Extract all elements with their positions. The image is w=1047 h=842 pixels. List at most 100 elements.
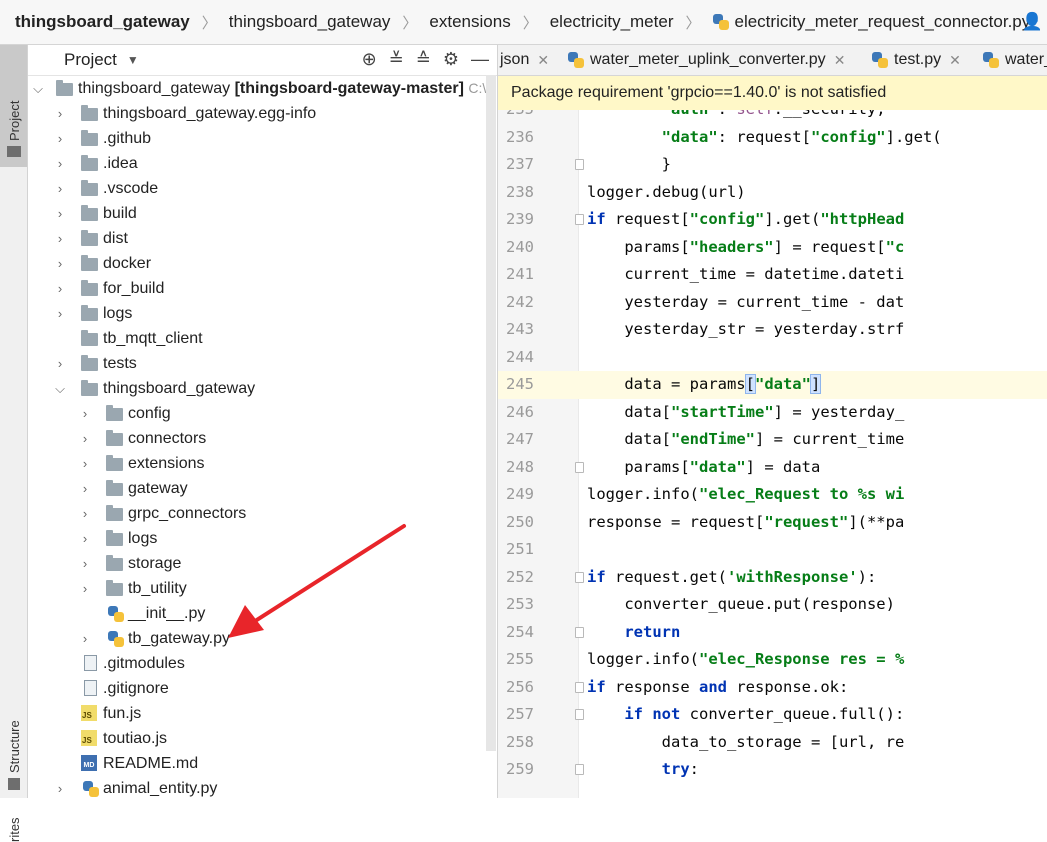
chevron-right-icon[interactable]: › <box>53 106 67 121</box>
code-line[interactable]: 236 "data": request["config"].get( <box>498 124 1047 152</box>
code-line[interactable]: 235 "auth": self.__security, <box>498 110 1047 124</box>
code-line-current[interactable]: 245 data = params["data"] <box>498 371 1047 399</box>
tree-item-folder[interactable]: › tests <box>28 351 497 376</box>
tree-item-folder[interactable]: › thingsboard_gateway.egg-info <box>28 101 497 126</box>
code-line[interactable]: 250 response = request["request"](**pa <box>498 509 1047 537</box>
breadcrumb-item-extensions[interactable]: extensions <box>419 12 514 32</box>
editor-tab[interactable]: water_meter_uplink_converter.py ✕ <box>568 45 845 75</box>
tree-item-folder[interactable]: › tb_utility <box>28 576 497 601</box>
code-line[interactable]: 258 data_to_storage = [url, re <box>498 729 1047 757</box>
code-line[interactable]: 242 yesterday = current_time - dat <box>498 289 1047 317</box>
tree-item-folder[interactable]: › storage <box>28 551 497 576</box>
breadcrumb-item-package[interactable]: thingsboard_gateway <box>219 12 395 32</box>
tree-item-folder[interactable]: › for_build <box>28 276 497 301</box>
tree-item-folder[interactable]: › grpc_connectors <box>28 501 497 526</box>
chevron-right-icon[interactable]: › <box>53 181 67 196</box>
tree-item-folder[interactable]: › .idea <box>28 151 497 176</box>
tree-item-folder[interactable]: › connectors <box>28 426 497 451</box>
breadcrumb-item-project[interactable]: thingsboard_gateway <box>0 12 194 32</box>
fold-marker-icon[interactable] <box>575 764 584 775</box>
chevron-down-icon[interactable]: ▼ <box>127 53 139 67</box>
chevron-right-icon[interactable]: › <box>53 356 67 371</box>
tree-item-file-selected[interactable]: › tb_gateway.py <box>28 626 497 651</box>
code-line[interactable]: 254 return <box>498 619 1047 647</box>
chevron-right-icon[interactable]: › <box>53 281 67 296</box>
editor-tab[interactable]: test.py ✕ <box>872 45 961 75</box>
fold-marker-icon[interactable] <box>575 709 584 720</box>
tree-item-file[interactable]: .gitmodules <box>28 651 497 676</box>
code-line[interactable]: 249 logger.info("elec_Request to %s wi <box>498 481 1047 509</box>
fold-marker-icon[interactable] <box>575 626 584 638</box>
chevron-right-icon[interactable]: › <box>78 581 92 596</box>
gear-icon[interactable]: ⚙ <box>443 49 459 70</box>
tree-item-file[interactable]: JS fun.js <box>28 701 497 726</box>
fold-marker-icon[interactable] <box>575 681 584 693</box>
tree-item-folder[interactable]: › .vscode <box>28 176 497 201</box>
tree-item-folder[interactable]: › gateway <box>28 476 497 501</box>
tree-item-root[interactable]: ⌵ thingsboard_gateway [thingsboard-gatew… <box>28 76 497 101</box>
project-panel-title[interactable]: Project <box>64 50 117 70</box>
structure-tool-label[interactable]: Structure <box>7 720 22 773</box>
chevron-right-icon[interactable]: › <box>78 506 92 521</box>
chevron-down-icon[interactable]: ⌵ <box>31 81 45 96</box>
chevron-down-icon[interactable]: ⌵ <box>53 381 67 396</box>
breadcrumb-item-file[interactable]: electricity_meter_request_connector.py <box>703 12 1035 32</box>
tree-item-folder[interactable]: › docker <box>28 251 497 276</box>
fold-marker-icon[interactable] <box>575 214 584 225</box>
chevron-right-icon[interactable]: › <box>53 306 67 321</box>
chevron-right-icon[interactable]: › <box>78 556 92 571</box>
favorites-tool-label[interactable]: rites <box>7 817 22 842</box>
code-line[interactable]: 247 data["endTime"] = current_time <box>498 426 1047 454</box>
code-line[interactable]: 257 if not converter_queue.full(): <box>498 701 1047 729</box>
collapse-all-icon[interactable]: ≙ <box>416 49 431 70</box>
editor-tab[interactable]: json ✕ <box>500 45 549 75</box>
code-line[interactable]: 244 <box>498 344 1047 372</box>
tree-item-folder[interactable]: › dist <box>28 226 497 251</box>
tree-item-file[interactable]: › animal_entity.py <box>28 776 497 798</box>
chevron-right-icon[interactable]: › <box>78 431 92 446</box>
code-line[interactable]: 256 if response and response.ok: <box>498 674 1047 702</box>
chevron-right-icon[interactable]: › <box>53 131 67 146</box>
fold-marker-icon[interactable] <box>575 159 584 170</box>
code-line[interactable]: 240 params["headers"] = request["c <box>498 234 1047 262</box>
code-line[interactable]: 239 if request["config"].get("httpHead <box>498 206 1047 234</box>
code-line[interactable]: 238 logger.debug(url) <box>498 179 1047 207</box>
editor-tab[interactable]: water_ <box>983 45 1047 75</box>
breadcrumb-item-electricity-meter[interactable]: electricity_meter <box>540 12 678 32</box>
close-icon[interactable]: ✕ <box>834 52 846 69</box>
close-icon[interactable]: ✕ <box>949 52 961 69</box>
code-line[interactable]: 243 yesterday_str = yesterday.strf <box>498 316 1047 344</box>
tree-item-folder[interactable]: › build <box>28 201 497 226</box>
project-tool-label[interactable]: Project <box>7 101 22 141</box>
code-line[interactable]: 241 current_time = datetime.dateti <box>498 261 1047 289</box>
chevron-right-icon[interactable]: › <box>78 406 92 421</box>
tree-item-file[interactable]: .gitignore <box>28 676 497 701</box>
code-line[interactable]: 246 data["startTime"] = yesterday_ <box>498 399 1047 427</box>
code-line[interactable]: 253 converter_queue.put(response) <box>498 591 1047 619</box>
hide-icon[interactable]: — <box>471 49 489 70</box>
code-line[interactable]: 252 if request.get('withResponse'): <box>498 564 1047 592</box>
code-line[interactable]: 259 try: <box>498 756 1047 784</box>
code-line[interactable]: 237 } <box>498 151 1047 179</box>
tree-item-file[interactable]: __init__.py <box>28 601 497 626</box>
chevron-right-icon[interactable]: › <box>53 256 67 271</box>
chevron-right-icon[interactable]: › <box>78 531 92 546</box>
tree-scrollbar[interactable] <box>486 75 496 751</box>
close-icon[interactable]: ✕ <box>537 52 549 69</box>
fold-marker-icon[interactable] <box>575 571 584 583</box>
chevron-right-icon[interactable]: › <box>53 231 67 246</box>
tree-item-folder[interactable]: › config <box>28 401 497 426</box>
code-editor[interactable]: 235 "auth": self.__security, 236 "data":… <box>498 110 1047 798</box>
locate-icon[interactable]: ⊕ <box>362 49 377 70</box>
tree-item-folder[interactable]: › logs <box>28 526 497 551</box>
user-icon[interactable]: 👤 <box>1022 12 1043 32</box>
code-line[interactable]: 251 <box>498 536 1047 564</box>
fold-marker-icon[interactable] <box>575 461 584 473</box>
tree-item-folder-expanded[interactable]: ⌵ thingsboard_gateway <box>28 376 497 401</box>
tree-item-folder[interactable]: › .github <box>28 126 497 151</box>
tree-item-folder[interactable]: › logs <box>28 301 497 326</box>
chevron-right-icon[interactable]: › <box>78 631 92 646</box>
chevron-right-icon[interactable]: › <box>53 206 67 221</box>
tree-item-folder[interactable]: › extensions <box>28 451 497 476</box>
chevron-right-icon[interactable]: › <box>78 481 92 496</box>
